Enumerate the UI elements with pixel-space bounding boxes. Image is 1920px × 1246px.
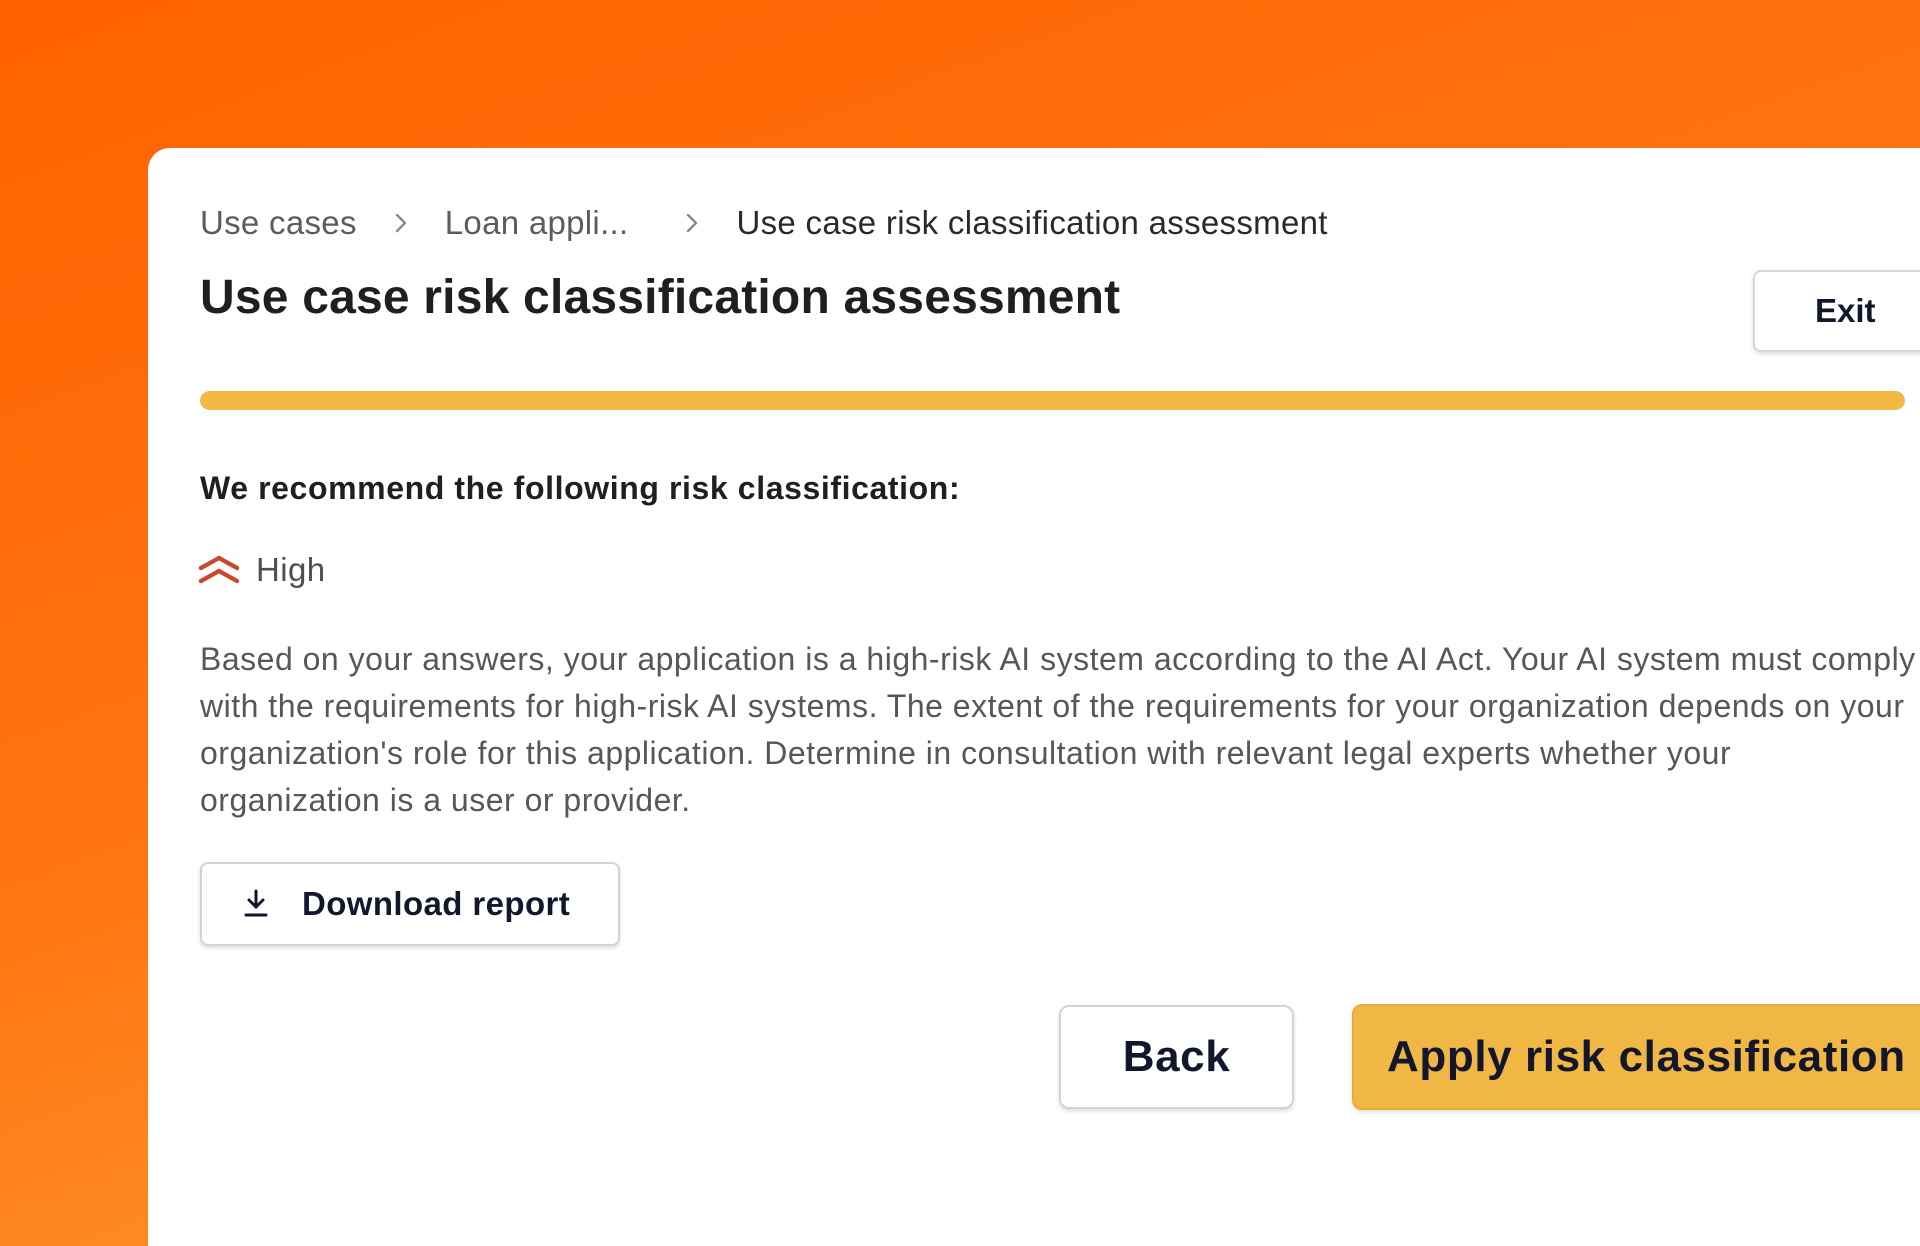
- download-report-button[interactable]: Download report: [200, 862, 620, 946]
- recommendation-heading: We recommend the following risk classifi…: [200, 470, 961, 506]
- download-icon: [242, 888, 270, 920]
- breadcrumb-item-current: Use case risk classification assessment: [736, 204, 1328, 241]
- double-chevron-up-icon: [198, 554, 240, 586]
- chevron-right-icon: [678, 212, 706, 234]
- assessment-card: Use cases Loan appli... Use case risk cl…: [148, 148, 1920, 1246]
- breadcrumb: Use cases Loan appli... Use case risk cl…: [200, 204, 1328, 242]
- exit-button[interactable]: Exit: [1753, 270, 1920, 352]
- risk-level: High: [198, 551, 325, 589]
- progress-bar-fill: [200, 391, 1905, 410]
- download-report-label: Download report: [302, 885, 571, 922]
- chevron-right-icon: [387, 212, 415, 234]
- breadcrumb-item-use-cases[interactable]: Use cases: [200, 204, 357, 242]
- page-title: Use case risk classification assessment: [200, 271, 1121, 324]
- risk-level-label: High: [256, 551, 326, 588]
- apply-risk-classification-button[interactable]: Apply risk classification: [1352, 1004, 1920, 1110]
- back-button[interactable]: Back: [1059, 1005, 1294, 1109]
- progress-bar: [200, 391, 1905, 410]
- risk-description: Based on your answers, your application …: [200, 641, 1916, 818]
- breadcrumb-item-loan-application[interactable]: Loan appli...: [445, 204, 629, 242]
